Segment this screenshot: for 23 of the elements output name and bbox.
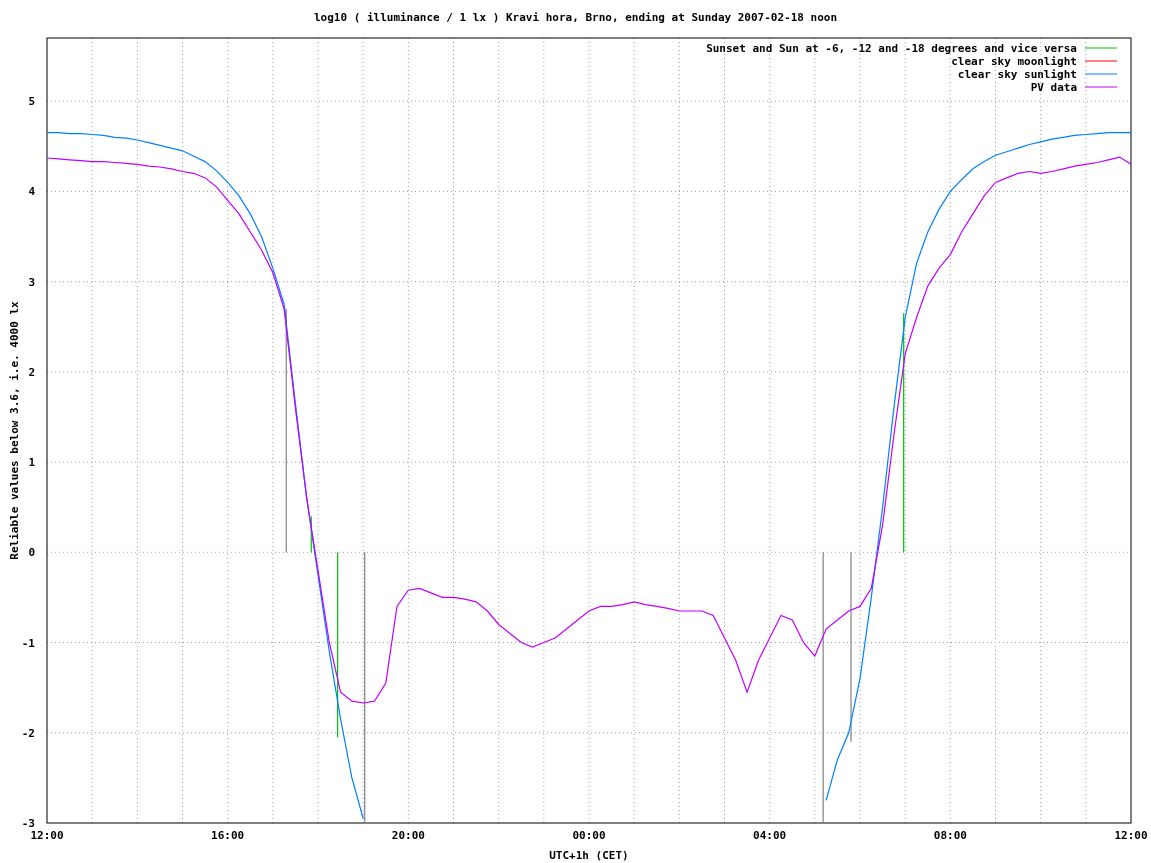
x-tick-label: 12:00 bbox=[1114, 829, 1148, 842]
x-tick-label: 16:00 bbox=[211, 829, 245, 842]
x-tick-label: 20:00 bbox=[391, 829, 425, 842]
y-tick-label: 2 bbox=[28, 365, 35, 379]
legend-label: PV data bbox=[1030, 81, 1077, 94]
x-tick-label: 08:00 bbox=[933, 829, 967, 842]
y-tick-label: -3 bbox=[21, 817, 35, 830]
y-tick-label: 1 bbox=[28, 456, 35, 470]
y-tick-label: 5 bbox=[28, 95, 35, 109]
y-tick-label: -2 bbox=[21, 726, 35, 740]
legend-label: clear sky moonlight bbox=[951, 55, 1077, 68]
x-axis-label: UTC+1h (CET) bbox=[549, 849, 629, 862]
chart-title: log10 ( illuminance / 1 lx ) Kravi hora, Brno, ending at Sunday 2007-02-18 noon bbox=[313, 11, 838, 24]
y-tick-label: -1 bbox=[21, 636, 35, 650]
y-axis-label: Reliable values below 3.6, i.e. 4000 lx bbox=[8, 301, 21, 560]
x-tick-label: 00:00 bbox=[572, 829, 606, 842]
legend-label: Sunset and Sun at -6, -12 and -18 degrees and vice versa bbox=[706, 42, 1077, 55]
legend-label: clear sky sunlight bbox=[957, 68, 1077, 81]
x-tick-label: 04:00 bbox=[753, 829, 787, 842]
x-tick-label: 12:00 bbox=[30, 829, 64, 842]
y-tick-label: 3 bbox=[28, 275, 35, 289]
y-tick-label: 0 bbox=[28, 546, 35, 560]
y-tick-label: 4 bbox=[28, 185, 35, 199]
